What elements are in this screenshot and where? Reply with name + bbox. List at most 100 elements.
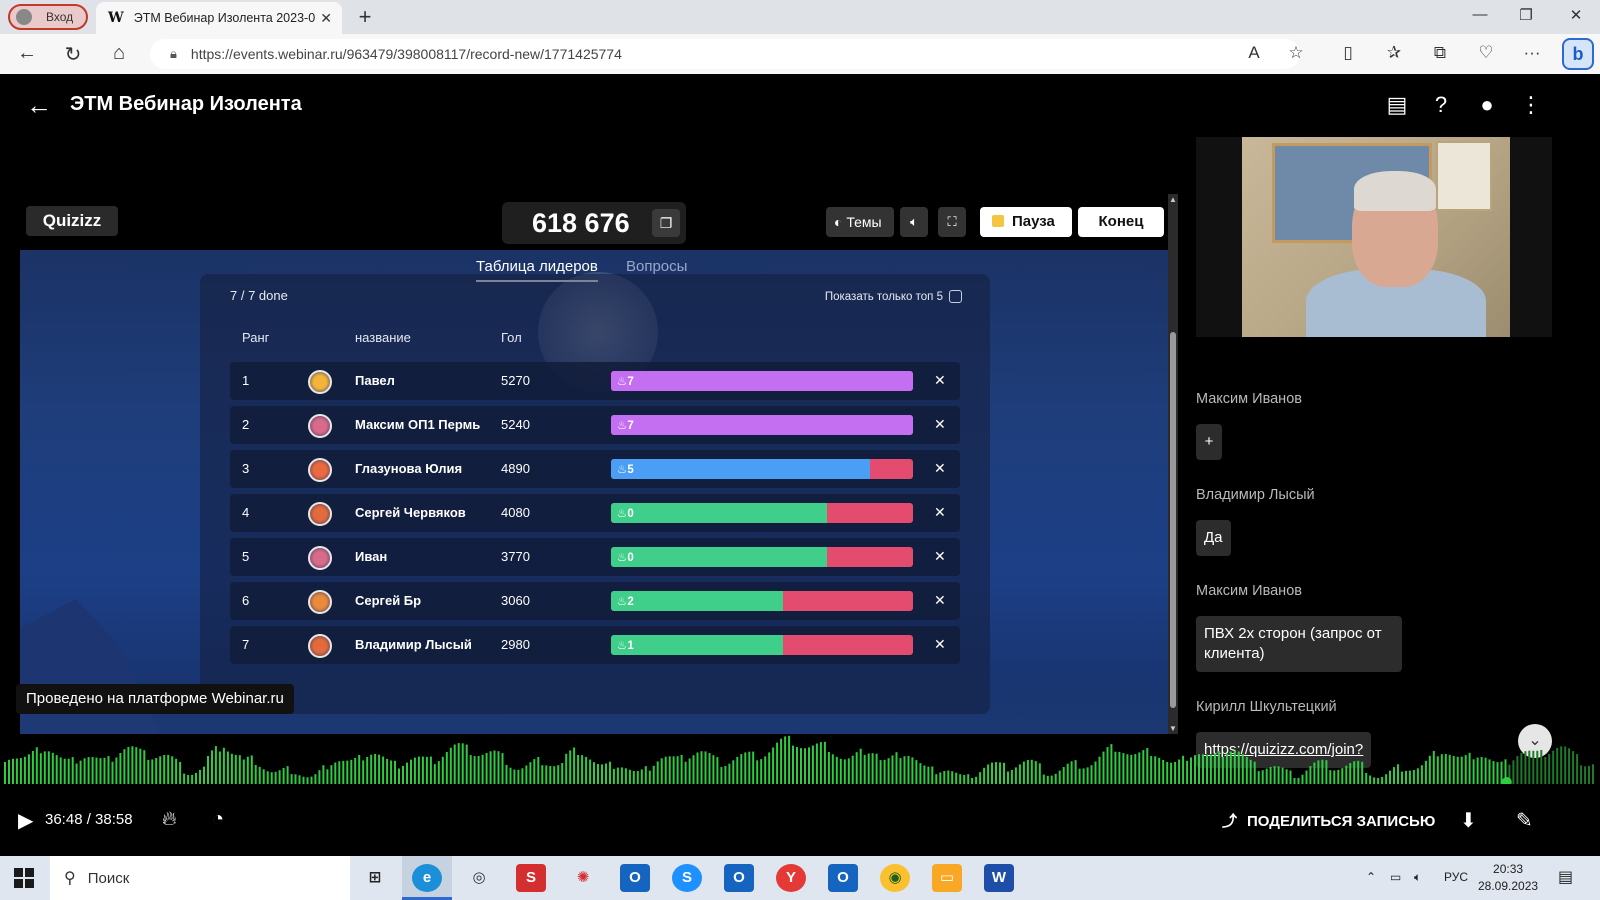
- refresh-icon[interactable]: ↻: [60, 42, 86, 67]
- play-icon[interactable]: ▶: [18, 808, 33, 833]
- taskbar-search[interactable]: ⚲ Поиск: [50, 856, 350, 900]
- back-arrow-icon[interactable]: ←: [26, 90, 52, 121]
- app-burst-icon[interactable]: ✺: [568, 864, 598, 892]
- copy-icon[interactable]: ❐: [652, 209, 680, 237]
- notifications-icon[interactable]: ▤: [1558, 867, 1573, 887]
- flame-icon: ♨: [617, 552, 628, 564]
- taskbar-clock[interactable]: 20:33 28.09.2023: [1478, 861, 1538, 895]
- waveform-bar: [465, 744, 468, 784]
- end-button[interactable]: Конец: [1078, 207, 1164, 237]
- waveform-bar: [716, 757, 719, 784]
- waveform-bar: [1401, 771, 1403, 784]
- battery-icon[interactable]: ▭: [1390, 870, 1401, 884]
- file-explorer-icon[interactable]: ▭: [932, 864, 962, 892]
- chrome-icon[interactable]: ◉: [880, 864, 910, 892]
- profile-button[interactable]: Вход: [8, 4, 88, 30]
- waveform-bar: [553, 766, 556, 784]
- minimize-icon[interactable]: —: [1470, 6, 1490, 23]
- waveform-bar: [911, 757, 914, 784]
- scroll-up-icon[interactable]: ▲: [1169, 195, 1177, 204]
- word-icon[interactable]: W: [984, 864, 1014, 892]
- language-indicator[interactable]: РУС: [1444, 870, 1468, 884]
- waveform-bar: [421, 756, 424, 784]
- remove-player-icon[interactable]: ✕: [934, 592, 946, 609]
- remove-player-icon[interactable]: ✕: [934, 372, 946, 389]
- tray-chevron-icon[interactable]: ⌃: [1366, 870, 1376, 884]
- bing-icon[interactable]: b: [1562, 38, 1594, 70]
- outlook-icon[interactable]: O: [620, 864, 650, 892]
- split-screen-icon[interactable]: ▯: [1336, 43, 1360, 63]
- top5-toggle[interactable]: Показать только топ 5: [825, 290, 962, 303]
- favorites-icon[interactable]: ✰: [1382, 43, 1406, 63]
- restore-icon[interactable]: ❐: [1516, 6, 1536, 24]
- close-window-icon[interactable]: ✕: [1566, 6, 1586, 24]
- windows-taskbar: ⚲ Поиск ⊞ e ◎ S ✺ O S O Y O ◉ ▭ W ⌃ ▭ 🔈︎…: [0, 856, 1600, 900]
- table-row: 1 Павел 5270 ♨7 ✕: [230, 362, 960, 400]
- sound-icon[interactable]: 🔈︎: [900, 207, 928, 237]
- edit-icon[interactable]: ✎: [1516, 808, 1533, 833]
- pause-button[interactable]: Пауза: [980, 207, 1072, 237]
- address-bar[interactable]: 🔒︎ https://events.webinar.ru/963479/3980…: [150, 39, 1300, 69]
- more-icon[interactable]: ···: [1520, 43, 1544, 63]
- remove-player-icon[interactable]: ✕: [934, 636, 946, 653]
- remove-player-icon[interactable]: ✕: [934, 548, 946, 565]
- task-view-icon[interactable]: ⊞: [360, 864, 390, 892]
- speed-icon[interactable]: ◔: [212, 808, 224, 831]
- presenter-hair: [1354, 171, 1436, 211]
- app-swirl-icon[interactable]: ◎: [464, 864, 494, 892]
- skype-icon[interactable]: S: [672, 864, 702, 892]
- waveform-bar: [413, 757, 416, 784]
- waveform-bar: [505, 764, 508, 784]
- back-icon[interactable]: ←: [14, 42, 40, 65]
- waveform-bar: [370, 754, 373, 784]
- remove-player-icon[interactable]: ✕: [934, 504, 946, 521]
- share-button[interactable]: ⤴ ПОДЕЛИТЬСЯ ЗАПИСЬЮ: [1222, 810, 1435, 831]
- waveform-bar: [979, 772, 982, 784]
- waveform-bar: [879, 760, 882, 784]
- waveform-bar: [1206, 754, 1208, 784]
- chat-icon[interactable]: ▤: [1382, 92, 1412, 118]
- accuracy-bar-fill: [611, 503, 827, 523]
- themes-button[interactable]: ◐ Темы: [826, 207, 894, 237]
- browser-tab-active[interactable]: W ЭТМ Вебинар Изолента 2023-0 ✕: [96, 2, 342, 34]
- waveform-bar: [1564, 746, 1567, 784]
- help-icon[interactable]: ?: [1426, 92, 1456, 118]
- outlook-2-icon[interactable]: O: [724, 864, 754, 892]
- home-icon[interactable]: ⌂: [106, 42, 132, 65]
- waveform-bar: [183, 773, 186, 784]
- presenter-video[interactable]: [1196, 137, 1552, 337]
- windows-start-icon[interactable]: [14, 868, 34, 888]
- outlook-3-icon[interactable]: O: [828, 864, 858, 892]
- search-icon: ⚲: [64, 870, 76, 887]
- remove-player-icon[interactable]: ✕: [934, 416, 946, 433]
- app-s-red-icon[interactable]: S: [516, 864, 546, 892]
- new-tab-icon[interactable]: +: [352, 4, 378, 30]
- user-icon[interactable]: ●: [1472, 92, 1502, 118]
- remove-player-icon[interactable]: ✕: [934, 460, 946, 477]
- waveform-bar: [831, 754, 834, 784]
- read-aloud-icon[interactable]: A: [1242, 43, 1266, 63]
- waveform-bar: [302, 776, 305, 784]
- collections-icon[interactable]: ⧉: [1428, 43, 1452, 63]
- download-icon[interactable]: ⬇: [1460, 808, 1477, 833]
- tab-questions[interactable]: Вопросы: [626, 258, 687, 275]
- fullscreen-icon[interactable]: ⛶: [938, 207, 966, 237]
- edge-icon[interactable]: e: [412, 864, 442, 892]
- close-tab-icon[interactable]: ✕: [320, 10, 332, 27]
- audio-waveform[interactable]: [4, 714, 1596, 784]
- waveform-bar: [111, 761, 114, 784]
- yandex-icon[interactable]: Y: [776, 864, 806, 892]
- heart-icon[interactable]: ♡: [1474, 43, 1498, 63]
- top5-checkbox[interactable]: [949, 290, 962, 303]
- waveform-bar: [1190, 757, 1192, 784]
- kebab-menu-icon[interactable]: ⋮: [1516, 92, 1546, 118]
- streak-count: 7: [627, 420, 634, 432]
- waveform-bar: [1460, 756, 1463, 784]
- waveform-bar: [366, 757, 369, 784]
- quiz-scrollbar-thumb[interactable]: [1170, 332, 1176, 708]
- waveform-bar: [43, 751, 46, 784]
- waveform-bar: [1142, 750, 1145, 784]
- fire-icon[interactable]: 🔥︎: [162, 808, 177, 831]
- favorite-icon[interactable]: ☆: [1284, 43, 1308, 63]
- volume-icon[interactable]: 🔈︎: [1414, 870, 1421, 885]
